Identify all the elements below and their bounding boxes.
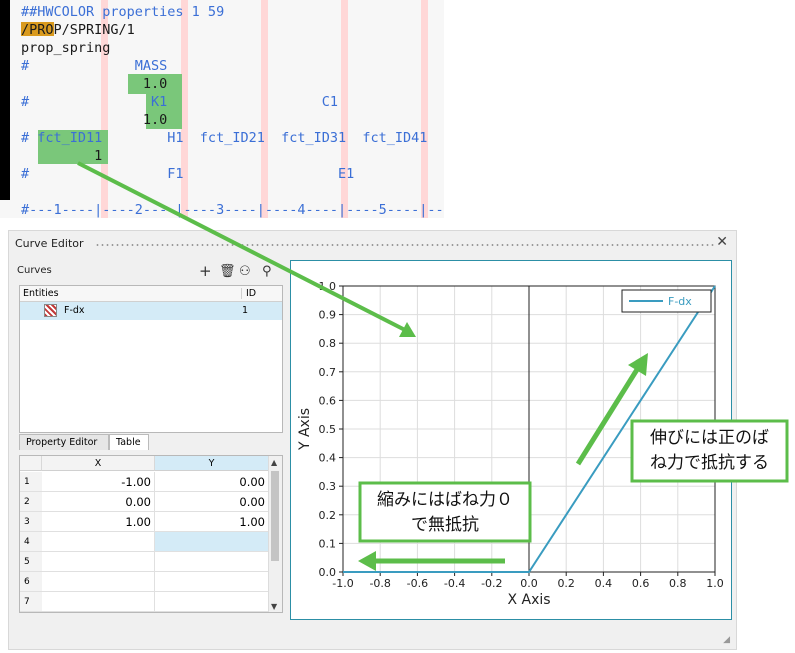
code-editor[interactable]: ##HWCOLOR properties 1 59 /PROP/SPRING/1… bbox=[0, 0, 444, 218]
entity-id: 1 bbox=[242, 305, 249, 316]
tab-table[interactable]: Table bbox=[109, 434, 149, 450]
y-tick-label: 0.2 bbox=[319, 509, 337, 522]
y-cell[interactable] bbox=[155, 592, 269, 612]
resize-grip-icon[interactable]: ◢ bbox=[723, 635, 730, 645]
entities-list: Entities ID F-dx 1 bbox=[19, 285, 283, 433]
y-column-header[interactable]: Y bbox=[155, 456, 269, 471]
corner-cell bbox=[20, 456, 42, 471]
x-column-header[interactable]: X bbox=[42, 456, 155, 471]
y-axis-title: Y Axis bbox=[297, 408, 313, 451]
spring-keyword: /SPRING/1 bbox=[61, 22, 135, 38]
code-line: prop_spring bbox=[21, 40, 111, 56]
x-cell[interactable]: 1.00 bbox=[42, 512, 155, 532]
y-tick-label: 0.3 bbox=[319, 480, 337, 493]
code-line: # K1 C1 bbox=[21, 94, 338, 110]
close-icon[interactable]: ✕ bbox=[716, 234, 728, 250]
code-line: # F1 E1 bbox=[21, 166, 355, 182]
x-cell[interactable] bbox=[42, 572, 155, 592]
y-tick-label: 0.5 bbox=[319, 423, 337, 436]
add-icon[interactable]: + bbox=[199, 262, 212, 280]
drag-grip[interactable] bbox=[95, 243, 715, 247]
code-line: # fct_ID11 H1 fct_ID21 fct_ID31 fct_ID41 bbox=[21, 130, 428, 146]
y-tick-label: 0.9 bbox=[319, 309, 337, 322]
x-tick-label: -0.6 bbox=[407, 577, 428, 590]
x-tick-label: -0.4 bbox=[444, 577, 465, 590]
x-cell[interactable]: 0.00 bbox=[42, 492, 155, 512]
scroll-thumb[interactable] bbox=[271, 471, 279, 561]
delete-icon[interactable]: 🗑 bbox=[219, 264, 236, 279]
list-item[interactable]: F-dx 1 bbox=[20, 302, 282, 320]
x-cell[interactable]: -1.00 bbox=[42, 472, 155, 492]
x-tick-label: 0.4 bbox=[595, 577, 613, 590]
entity-name: F-dx bbox=[64, 305, 85, 316]
code-line: /PROP/SPRING/1 bbox=[21, 21, 135, 39]
y-cell[interactable] bbox=[155, 552, 269, 572]
y-tick-label: 0.0 bbox=[319, 566, 337, 579]
row-number: 7 bbox=[20, 592, 42, 612]
chart-area[interactable]: -1.0 -0.8 -0.6 -0.4 -0.2 0.0 0.2 0.4 0.6 0.8 1.0 0.… bbox=[290, 260, 732, 620]
x-cell[interactable] bbox=[42, 592, 155, 612]
search-icon[interactable]: ⚲ bbox=[262, 264, 272, 279]
gutter-bar bbox=[0, 0, 10, 200]
row-number: 3 bbox=[20, 512, 42, 532]
y-cell[interactable]: 0.00 bbox=[155, 492, 269, 512]
legend-label: F-dx bbox=[668, 295, 692, 308]
table-scrollbar[interactable]: ▲ ▼ bbox=[268, 456, 282, 612]
row-number: 2 bbox=[20, 492, 42, 512]
y-tick-label: 0.6 bbox=[319, 394, 337, 407]
y-cell[interactable] bbox=[155, 532, 269, 552]
xy-table: X Y 1 -1.00 0.00 2 0.00 0.00 3 1.00 1.00 4 5 6 7 ▲ ▼ bbox=[19, 455, 283, 613]
y-tick-label: 0.4 bbox=[319, 452, 337, 465]
column-guide bbox=[341, 0, 348, 218]
x-cell[interactable] bbox=[42, 532, 155, 552]
x-tick-label: -0.8 bbox=[369, 577, 390, 590]
y-tick-label: 0.7 bbox=[319, 366, 337, 379]
x-tick-label: 1.0 bbox=[706, 577, 724, 590]
x-axis-title: X Axis bbox=[507, 592, 550, 608]
row-number: 6 bbox=[20, 572, 42, 592]
code-line: ##HWCOLOR properties 1 59 bbox=[21, 4, 225, 20]
code-line: #---1----|----2----|----3----|----4----|… bbox=[21, 202, 444, 218]
column-guide bbox=[421, 0, 428, 218]
entities-column-header[interactable]: Entities bbox=[23, 288, 59, 299]
tab-property-editor[interactable]: Property Editor bbox=[19, 434, 109, 450]
y-cell[interactable]: 1.00 bbox=[155, 512, 269, 532]
x-tick-label: 0.8 bbox=[669, 577, 687, 590]
row-number: 1 bbox=[20, 472, 42, 492]
code-line: 1.0 bbox=[21, 112, 168, 128]
x-cell[interactable] bbox=[42, 552, 155, 572]
y-tick-label: 0.1 bbox=[319, 537, 337, 550]
id-column-header[interactable]: ID bbox=[241, 288, 256, 299]
y-cell[interactable] bbox=[155, 572, 269, 592]
entities-header: Entities ID bbox=[20, 286, 282, 302]
xy-chart[interactable]: -1.0 -0.8 -0.6 -0.4 -0.2 0.0 0.2 0.4 0.6 0.8 1.00.… bbox=[291, 261, 731, 619]
curve-editor-panel: Curve Editor ✕ Curves + 🗑 ⚇ ⚲ Entities I… bbox=[8, 230, 737, 650]
curves-label: Curves bbox=[17, 265, 52, 276]
y-tick-label: 0.8 bbox=[319, 337, 337, 350]
x-tick-label: 0.6 bbox=[632, 577, 650, 590]
code-line: 1.0 bbox=[21, 76, 168, 92]
panel-title: Curve Editor bbox=[15, 237, 84, 250]
y-cell[interactable]: 0.00 bbox=[155, 472, 269, 492]
x-tick-label: -0.2 bbox=[481, 577, 502, 590]
code-line: # MASS bbox=[21, 58, 168, 74]
prop-keyword: /PROP bbox=[21, 22, 62, 38]
code-line: 1 bbox=[21, 148, 103, 164]
x-tick-label: 0.0 bbox=[520, 577, 538, 590]
binoculars-icon[interactable]: ⚇ bbox=[239, 264, 251, 279]
curve-icon bbox=[44, 304, 57, 317]
row-number: 5 bbox=[20, 552, 42, 572]
scroll-up-icon[interactable]: ▲ bbox=[271, 458, 277, 467]
y-tick-label: 1.0 bbox=[319, 280, 337, 293]
scroll-down-icon[interactable]: ▼ bbox=[271, 602, 277, 611]
x-tick-label: 0.2 bbox=[557, 577, 575, 590]
row-number: 4 bbox=[20, 532, 42, 552]
